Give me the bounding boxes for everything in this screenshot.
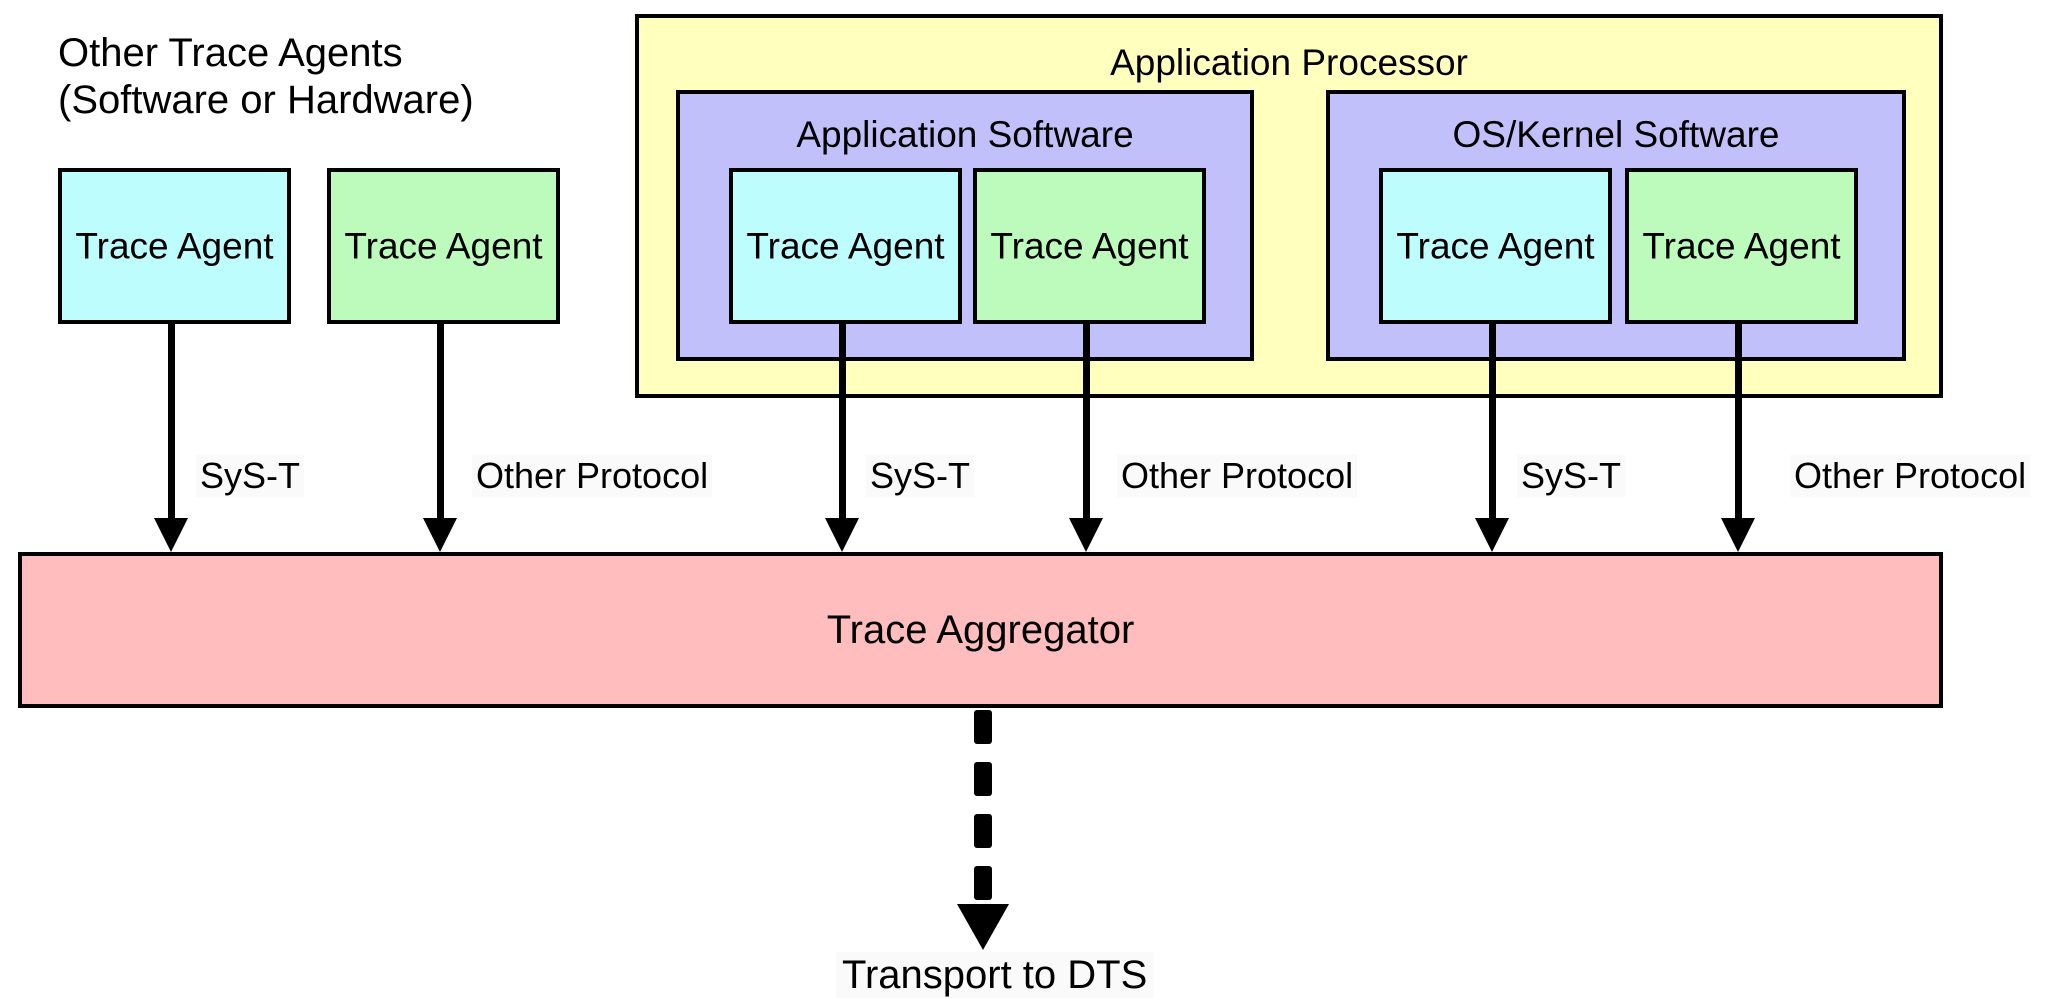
- application-processor-label: Application Processor: [1110, 42, 1468, 83]
- transport-to-dts-label: Transport to DTS: [836, 952, 1154, 998]
- connector-line-2: [437, 322, 444, 522]
- connector-line-6: [1735, 322, 1742, 522]
- transport-dash-4: [974, 866, 992, 900]
- trace-aggregator-box[interactable]: Trace Aggregator: [18, 552, 1943, 708]
- trace-agent-box-appsw-other[interactable]: Trace Agent: [973, 168, 1206, 324]
- other-trace-agents-heading-line1: Other Trace Agents: [58, 31, 403, 75]
- connector-arrowhead-2: [423, 518, 457, 552]
- trace-agent-label: Trace Agent: [344, 225, 543, 267]
- other-trace-agents-heading: Other Trace Agents (Software or Hardware…: [58, 30, 474, 124]
- trace-aggregator-label: Trace Aggregator: [826, 608, 1135, 652]
- other-trace-agents-heading-line2: (Software or Hardware): [58, 78, 474, 123]
- connector-line-3: [839, 322, 846, 522]
- trace-agent-label: Trace Agent: [1396, 225, 1595, 267]
- trace-agent-box-oskernel-other[interactable]: Trace Agent: [1625, 168, 1858, 324]
- trace-agent-box-appsw-syst[interactable]: Trace Agent: [729, 168, 962, 324]
- transport-arrowhead: [957, 904, 1009, 950]
- connector-arrowhead-4: [1069, 518, 1103, 552]
- application-software-label: Application Software: [796, 114, 1134, 155]
- transport-dash-2: [974, 762, 992, 796]
- connector-arrowhead-5: [1475, 518, 1509, 552]
- protocol-label-1: SyS-T: [196, 455, 305, 497]
- trace-agent-label: Trace Agent: [1642, 225, 1841, 267]
- protocol-label-6: Other Protocol: [1790, 455, 2031, 497]
- connector-line-4: [1083, 322, 1090, 522]
- trace-agent-box-oskernel-syst[interactable]: Trace Agent: [1379, 168, 1612, 324]
- os-kernel-software-label: OS/Kernel Software: [1452, 114, 1780, 155]
- transport-dash-1: [974, 710, 992, 744]
- trace-agent-label: Trace Agent: [990, 225, 1189, 267]
- trace-agent-label: Trace Agent: [746, 225, 945, 267]
- connector-line-1: [168, 322, 175, 522]
- connector-arrowhead-6: [1721, 518, 1755, 552]
- connector-line-5: [1489, 322, 1496, 522]
- protocol-label-5: SyS-T: [1517, 455, 1626, 497]
- protocol-label-3: SyS-T: [866, 455, 975, 497]
- diagram-canvas: Other Trace Agents (Software or Hardware…: [0, 0, 2048, 998]
- trace-agent-box-external-other[interactable]: Trace Agent: [327, 168, 560, 324]
- trace-agent-box-external-syst[interactable]: Trace Agent: [58, 168, 291, 324]
- transport-dash-3: [974, 814, 992, 848]
- trace-agent-label: Trace Agent: [75, 225, 274, 267]
- connector-arrowhead-1: [154, 518, 188, 552]
- protocol-label-2: Other Protocol: [472, 455, 713, 497]
- protocol-label-4: Other Protocol: [1117, 455, 1358, 497]
- connector-arrowhead-3: [825, 518, 859, 552]
